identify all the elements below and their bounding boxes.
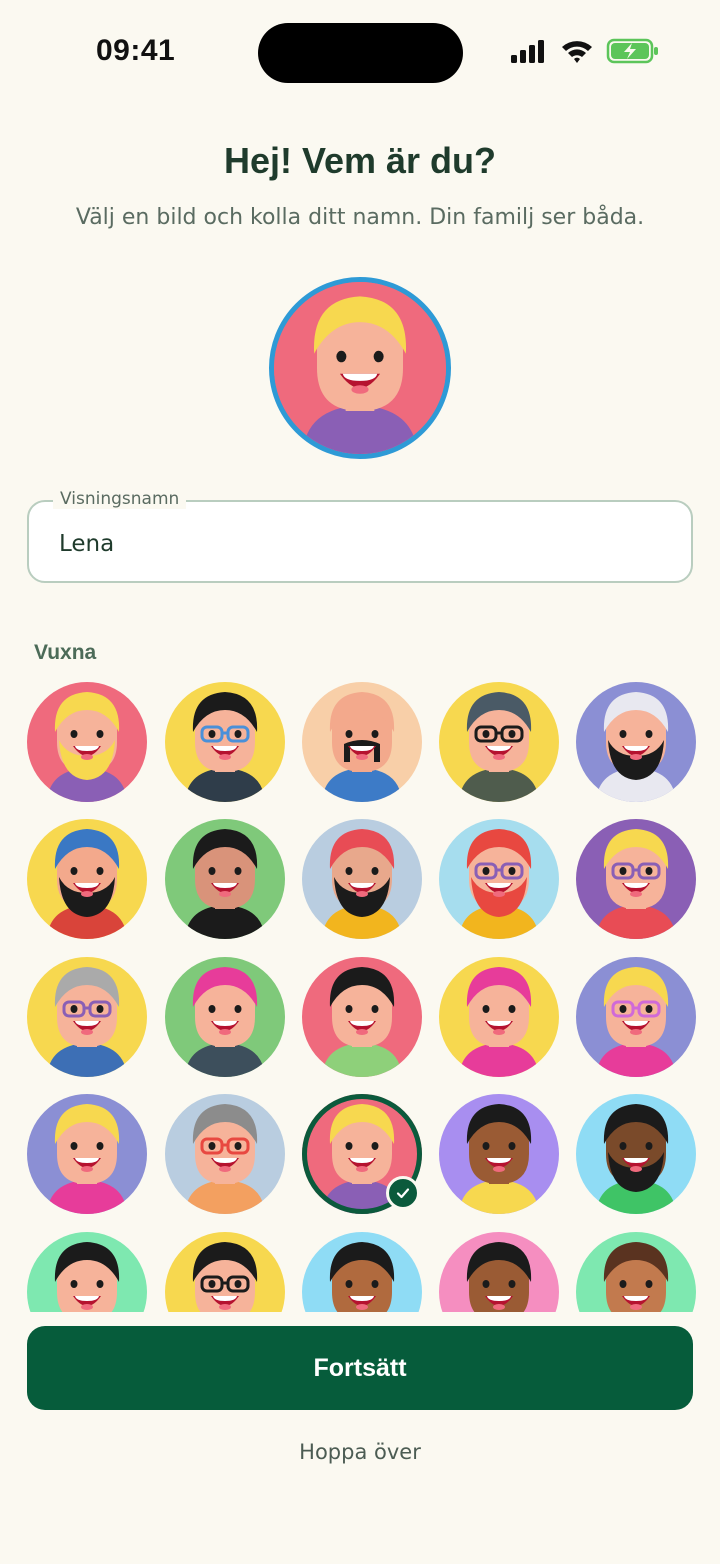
avatar-option[interactable]: [165, 1094, 285, 1214]
avatar-grid[interactable]: [0, 670, 720, 1312]
signal-icon: [510, 39, 548, 67]
page-subtitle: Välj en bild och kolla ditt namn. Din fa…: [75, 205, 645, 230]
avatar-option[interactable]: [27, 682, 147, 802]
avatar-option[interactable]: [27, 1094, 147, 1214]
checkmark-icon: [386, 1176, 420, 1210]
avatar-option[interactable]: [165, 1232, 285, 1312]
avatar-option[interactable]: [439, 1094, 559, 1214]
battery-charging-icon: [606, 37, 660, 69]
avatar-option[interactable]: [576, 1094, 696, 1214]
skip-link[interactable]: Hoppa över: [260, 1440, 460, 1464]
avatar-option[interactable]: [165, 957, 285, 1077]
status-bar: 09:41: [0, 0, 720, 110]
avatar-option[interactable]: [576, 1232, 696, 1312]
dynamic-island: [258, 23, 463, 83]
avatar-option[interactable]: [576, 682, 696, 802]
display-name-field[interactable]: Visningsnamn: [27, 489, 693, 583]
avatar-option[interactable]: [302, 819, 422, 939]
status-time: 09:41: [96, 34, 176, 67]
avatar-option[interactable]: [302, 1232, 422, 1312]
avatar-option[interactable]: [165, 682, 285, 802]
status-icons: [510, 38, 660, 68]
avatar-option[interactable]: [302, 682, 422, 802]
avatar-option[interactable]: [439, 1232, 559, 1312]
avatar-option[interactable]: [302, 957, 422, 1077]
avatar-option[interactable]: [576, 957, 696, 1077]
display-name-input[interactable]: [59, 524, 659, 564]
section-label-adults: Vuxna: [34, 641, 97, 664]
wifi-icon: [560, 38, 594, 68]
avatar-option[interactable]: [27, 819, 147, 939]
page-title: Hej! Vem är du?: [223, 140, 497, 181]
avatar-option[interactable]: [27, 957, 147, 1077]
avatar-option[interactable]: [439, 957, 559, 1077]
avatar-option[interactable]: [27, 1232, 147, 1312]
avatar-option[interactable]: [439, 682, 559, 802]
avatar-option[interactable]: [165, 819, 285, 939]
selected-avatar-preview: [269, 277, 451, 459]
continue-button[interactable]: Fortsätt: [27, 1326, 693, 1410]
display-name-label: Visningsnamn: [53, 489, 187, 509]
avatar-option[interactable]: [576, 819, 696, 939]
avatar-option[interactable]: [439, 819, 559, 939]
